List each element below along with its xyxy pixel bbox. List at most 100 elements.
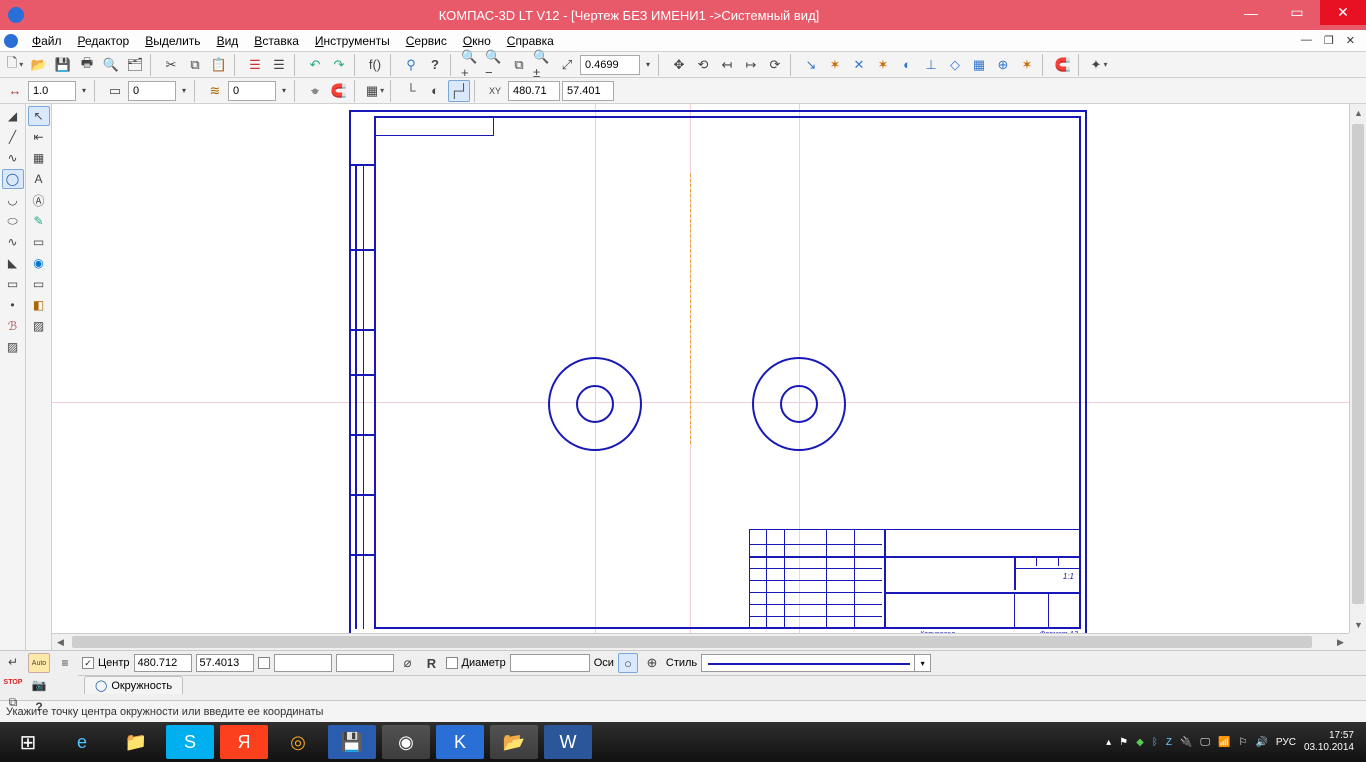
spline-tool-icon[interactable]: ∿: [2, 232, 24, 252]
zoom-out-icon[interactable]: 🔍−: [484, 54, 506, 76]
tray-flag-icon[interactable]: ⚑: [1119, 737, 1128, 748]
point-tool-icon[interactable]: •: [2, 295, 24, 315]
zoom-in-icon[interactable]: 🔍+: [460, 54, 482, 76]
menu-help[interactable]: Справка: [499, 32, 562, 50]
vars-icon[interactable]: ⚲: [400, 54, 422, 76]
cut-icon[interactable]: ✂: [160, 54, 182, 76]
taskbar-explorer-icon[interactable]: 📁: [112, 725, 160, 759]
views-icon[interactable]: ▭: [104, 80, 126, 102]
geometry-panel-icon[interactable]: ◢: [2, 106, 24, 126]
mdi-close-button[interactable]: ✕: [1341, 33, 1360, 48]
menu-insert[interactable]: Вставка: [246, 32, 307, 50]
taskbar-aimp-icon[interactable]: ◎: [274, 725, 322, 759]
measure-panel-icon[interactable]: ◉: [28, 253, 50, 273]
snap-center-icon[interactable]: ✕: [848, 54, 870, 76]
snap-on-icon[interactable]: 🧲: [328, 80, 350, 102]
redo-icon[interactable]: ↷: [328, 54, 350, 76]
axes-on-icon[interactable]: ⊕: [642, 653, 662, 673]
help-cursor-icon[interactable]: ?: [424, 54, 446, 76]
taskbar-chrome-icon[interactable]: ◉: [382, 725, 430, 759]
scroll-thumb-v[interactable]: [1352, 124, 1364, 604]
taskbar-ie-icon[interactable]: e: [58, 725, 106, 759]
prop-enter-icon[interactable]: ↵: [2, 653, 24, 671]
coord-x-input[interactable]: [508, 81, 560, 101]
tray-show-hidden-icon[interactable]: ▴: [1106, 737, 1111, 748]
manager-icon[interactable]: 🗂: [124, 54, 146, 76]
save-icon[interactable]: 💾: [52, 54, 74, 76]
minimize-button[interactable]: —: [1228, 0, 1274, 25]
scroll-thumb-h[interactable]: [72, 636, 1312, 648]
next-view-icon[interactable]: ↦: [740, 54, 762, 76]
hatch-tool-icon[interactable]: ▨: [2, 337, 24, 357]
menu-tools[interactable]: Инструменты: [307, 32, 398, 50]
line-tool-icon[interactable]: ╱: [2, 127, 24, 147]
copy-icon[interactable]: ⧉: [184, 54, 206, 76]
extra-mode-icon[interactable]: ✦▾: [1088, 54, 1110, 76]
step-input[interactable]: [28, 81, 76, 101]
views-panel-icon[interactable]: ▨: [28, 316, 50, 336]
prop-auto-icon[interactable]: Auto: [28, 653, 50, 673]
text-tool-icon[interactable]: ℬ: [2, 316, 24, 336]
assembly-panel-icon[interactable]: ◧: [28, 295, 50, 315]
tray-clock[interactable]: 17:57 03.10.2014: [1304, 730, 1354, 754]
params-panel-icon[interactable]: ▭: [28, 232, 50, 252]
ellipse-tool-icon[interactable]: ⬭: [2, 211, 24, 231]
tray-volume-icon[interactable]: 🔊: [1255, 737, 1267, 748]
prop-extra-icon[interactable]: ≡: [54, 653, 76, 673]
axes-off-icon[interactable]: ○: [618, 653, 638, 673]
snap-mid-icon[interactable]: ✶: [824, 54, 846, 76]
edit-panel-icon[interactable]: ✎: [28, 211, 50, 231]
zoom-window-icon[interactable]: ⧉: [508, 54, 530, 76]
new-icon[interactable]: 🗋▾: [4, 54, 26, 76]
zoom-value-input[interactable]: [580, 55, 640, 75]
grid-icon[interactable]: ▦▾: [364, 80, 386, 102]
snap-axis-icon[interactable]: ⊕: [992, 54, 1014, 76]
point-lock-check[interactable]: [258, 657, 270, 669]
diam-lock-check[interactable]: [446, 657, 458, 669]
tray-lang[interactable]: РУС: [1276, 737, 1296, 748]
xy-icon[interactable]: XY: [484, 80, 506, 102]
chamfer-tool-icon[interactable]: ◣: [2, 253, 24, 273]
taskbar-skype-icon[interactable]: S: [166, 725, 214, 759]
tray-bt-icon[interactable]: ᛒ: [1152, 737, 1158, 748]
designation-panel-icon[interactable]: ▦: [28, 148, 50, 168]
tray-z-icon[interactable]: Z: [1166, 737, 1172, 748]
drawing-canvas[interactable]: 1:1 Копировал Формат A3 ▲ ▼ ◀ ▶: [52, 104, 1366, 650]
center-x-input[interactable]: [134, 654, 192, 672]
dim-panel-icon[interactable]: ⇤: [28, 127, 50, 147]
taskbar-kompas-icon[interactable]: K: [436, 725, 484, 759]
tray-network-icon[interactable]: 📶: [1218, 737, 1230, 748]
snap-toggle-icon[interactable]: 🧲: [1052, 54, 1074, 76]
menu-editor[interactable]: Редактор: [70, 32, 138, 50]
scrollbar-horizontal[interactable]: ◀ ▶: [52, 633, 1349, 650]
taskbar-folder-icon[interactable]: 📂: [490, 725, 538, 759]
props-icon[interactable]: ☰: [244, 54, 266, 76]
mdi-minimize-button[interactable]: —: [1296, 33, 1317, 48]
property-tab-circle[interactable]: ◯Окружность: [84, 676, 183, 694]
prev-view-icon[interactable]: ↤: [716, 54, 738, 76]
center-lock-check[interactable]: ✓: [82, 657, 94, 669]
snap-grid-icon[interactable]: ▦: [968, 54, 990, 76]
prop-cam-icon[interactable]: 📷: [28, 675, 50, 695]
scrollbar-vertical[interactable]: ▲ ▼: [1349, 104, 1366, 633]
open-icon[interactable]: 📂: [28, 54, 50, 76]
cursor-mode-icon[interactable]: ↖: [28, 106, 50, 126]
layer-index-input[interactable]: [228, 81, 276, 101]
paste-icon[interactable]: 📋: [208, 54, 230, 76]
snap-near-icon[interactable]: ◇: [944, 54, 966, 76]
tray-power-icon[interactable]: 🔌: [1180, 737, 1192, 748]
point-x-input[interactable]: [274, 654, 332, 672]
menu-select[interactable]: Выделить: [137, 32, 208, 50]
diameter-input[interactable]: [510, 654, 590, 672]
library-icon[interactable]: f(): [364, 54, 386, 76]
redraw-icon[interactable]: ⟳: [764, 54, 786, 76]
snap-perp-icon[interactable]: ⊥: [920, 54, 942, 76]
text-panel2-icon[interactable]: Ⓐ: [28, 190, 50, 210]
coord-y-input[interactable]: [562, 81, 614, 101]
text-panel-icon[interactable]: A: [28, 169, 50, 189]
diameter-icon[interactable]: ⌀: [398, 653, 418, 673]
menu-file[interactable]: Файл: [24, 32, 70, 50]
center-y-input[interactable]: [196, 654, 254, 672]
view-index-input[interactable]: [128, 81, 176, 101]
menu-service[interactable]: Сервис: [398, 32, 455, 50]
